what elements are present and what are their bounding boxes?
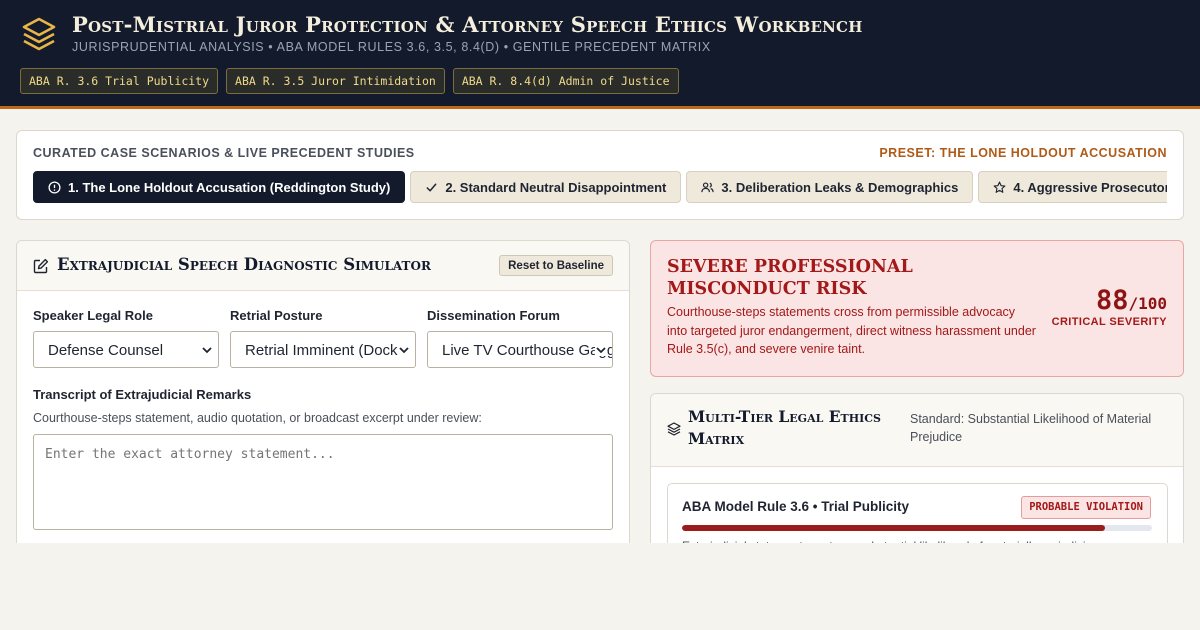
scenario-panel-label: CURATED CASE SCENARIOS & LIVE PRECEDENT … bbox=[33, 146, 415, 160]
violation-likelihood-bar bbox=[682, 525, 1152, 531]
ethics-matrix-title: Multi-Tier Legal Ethics Matrix bbox=[688, 407, 881, 448]
rule-chip-8-4d[interactable]: ABA R. 8.4(d) Admin of Justice bbox=[452, 68, 679, 94]
transcript-label: Transcript of Extrajudicial Remarks bbox=[33, 387, 252, 402]
retrial-posture-field: Retrial Posture Retrial Imminent (Docket… bbox=[230, 308, 416, 368]
ethics-standard-text: Standard: Substantial Likelihood of Mate… bbox=[910, 412, 1152, 444]
severity-score: 88/100 CRITICAL SEVERITY bbox=[1052, 285, 1167, 328]
star-icon bbox=[993, 181, 1006, 193]
scenario-tab-label: 2. Standard Neutral Disappointment bbox=[445, 179, 667, 195]
simulator-header: Extrajudicial Speech Diagnostic Simulato… bbox=[17, 241, 629, 291]
scenario-tab-lone-holdout[interactable]: 1. The Lone Holdout Accusation (Reddingt… bbox=[33, 171, 406, 203]
active-preset-label: PRESET: THE LONE HOLDOUT ACCUSATION bbox=[879, 146, 1167, 160]
layers-icon bbox=[22, 17, 56, 51]
chevron-down-icon bbox=[201, 344, 213, 356]
violation-likelihood-fill bbox=[682, 525, 1105, 531]
page-background-footer bbox=[0, 543, 1200, 630]
risk-description: Courthouse-steps statements cross from p… bbox=[667, 305, 1036, 356]
ethics-matrix-panel: Multi-Tier Legal Ethics Matrix Standard:… bbox=[650, 393, 1184, 560]
users-icon bbox=[701, 181, 715, 192]
violation-badge: PROBABLE VIOLATION bbox=[1021, 496, 1151, 519]
speaker-role-value: Defense Counsel bbox=[48, 342, 164, 359]
simulator-title: Extrajudicial Speech Diagnostic Simulato… bbox=[57, 255, 431, 274]
rule-chip-3-6[interactable]: ABA R. 3.6 Trial Publicity bbox=[20, 68, 219, 94]
severity-score-max: /100 bbox=[1128, 294, 1167, 313]
retrial-posture-label: Retrial Posture bbox=[230, 308, 323, 323]
speaker-role-select[interactable]: Defense Counsel bbox=[33, 331, 219, 368]
dissemination-forum-select[interactable]: Live TV Courthouse Gaggle bbox=[427, 331, 613, 368]
dissemination-forum-field: Dissemination Forum Live TV Courthouse G… bbox=[427, 308, 613, 368]
transcript-input[interactable] bbox=[33, 434, 613, 530]
scenario-tab-label: 3. Deliberation Leaks & Demographics bbox=[721, 179, 959, 195]
edit-icon bbox=[33, 258, 49, 274]
chevron-down-icon bbox=[398, 344, 410, 356]
rule-chip-3-5[interactable]: ABA R. 3.5 Juror Intimidation bbox=[226, 68, 445, 94]
dissemination-forum-value: Live TV Courthouse Gaggle bbox=[442, 342, 613, 359]
app-subtitle: JURISPRUDENTIAL ANALYSIS • ABA MODEL RUL… bbox=[72, 40, 711, 54]
app-header: Post-Mistrial Juror Protection & Attorne… bbox=[0, 0, 1200, 109]
chevron-down-icon bbox=[595, 344, 607, 356]
simulator-fields: Speaker Legal Role Defense Counsel Retri… bbox=[33, 308, 613, 368]
scenario-tab-label: 1. The Lone Holdout Accusation (Reddingt… bbox=[68, 179, 391, 195]
retrial-posture-select[interactable]: Retrial Imminent (Docket Set) bbox=[230, 331, 416, 368]
rule-card-title: ABA Model Rule 3.6 • Trial Publicity bbox=[682, 499, 910, 514]
app-title: Post-Mistrial Juror Protection & Attorne… bbox=[72, 12, 863, 37]
rule-chips: ABA R. 3.6 Trial Publicity ABA R. 3.5 Ju… bbox=[20, 68, 679, 94]
risk-title: SEVERE PROFESSIONAL MISCONDUCT RISK bbox=[667, 257, 913, 299]
speaker-role-label: Speaker Legal Role bbox=[33, 308, 153, 323]
misconduct-risk-alert: SEVERE PROFESSIONAL MISCONDUCT RISK Cour… bbox=[650, 240, 1184, 377]
speaker-role-field: Speaker Legal Role Defense Counsel bbox=[33, 308, 219, 368]
speech-simulator-panel: Extrajudicial Speech Diagnostic Simulato… bbox=[16, 240, 630, 560]
dissemination-forum-label: Dissemination Forum bbox=[427, 308, 560, 323]
severity-score-label: CRITICAL SEVERITY bbox=[1051, 316, 1167, 328]
transcript-helper-text: Courthouse-steps statement, audio quotat… bbox=[33, 411, 482, 425]
retrial-posture-value: Retrial Imminent (Docket Set) bbox=[245, 342, 415, 359]
scenario-tab-neutral-disappointment[interactable]: 2. Standard Neutral Disappointment bbox=[410, 171, 682, 203]
layers-icon bbox=[667, 422, 681, 436]
reset-baseline-button[interactable]: Reset to Baseline bbox=[499, 255, 613, 276]
scenario-tab-label: 4. Aggressive Prosecutor bbox=[1013, 179, 1167, 195]
scenario-tab-deliberation-leaks[interactable]: 3. Deliberation Leaks & Demographics bbox=[686, 171, 974, 203]
scenario-panel: CURATED CASE SCENARIOS & LIVE PRECEDENT … bbox=[16, 130, 1184, 220]
alert-circle-icon bbox=[48, 180, 61, 194]
ethics-matrix-header: Multi-Tier Legal Ethics Matrix Standard:… bbox=[651, 394, 1183, 467]
severity-score-value: 88 bbox=[1095, 285, 1129, 316]
check-icon bbox=[426, 183, 437, 191]
scenario-tabs: 1. The Lone Holdout Accusation (Reddingt… bbox=[33, 171, 1167, 203]
scenario-tab-aggressive-prosecutor[interactable]: 4. Aggressive Prosecutor bbox=[978, 171, 1167, 203]
